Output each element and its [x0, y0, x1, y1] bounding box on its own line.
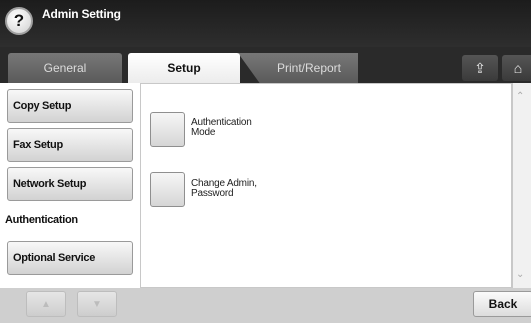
footer-bar: Back [140, 288, 531, 323]
option-label-line: Mode [191, 127, 216, 138]
window-title: Admin Setting [42, 7, 121, 21]
options-panel: Authentication Mode Change Admin, Passwo… [140, 83, 512, 288]
header: ? Admin Setting [0, 0, 531, 47]
tab-print-report[interactable]: Print/Report [238, 53, 358, 83]
change-admin-password-label: Change Admin, Password [191, 179, 257, 199]
tab-general[interactable]: General [8, 53, 122, 83]
authentication-mode-button[interactable] [150, 112, 185, 147]
authentication-mode-label: Authentication Mode [191, 118, 252, 138]
sidebar-item-copy-setup[interactable]: Copy Setup [7, 89, 133, 123]
tab-bar: General Print/Report Setup ⇪ ⌂ [0, 47, 531, 83]
tab-setup[interactable]: Setup [128, 53, 240, 83]
help-icon[interactable]: ? [5, 7, 33, 35]
back-button[interactable]: Back [473, 291, 531, 317]
sidebar-item-fax-setup[interactable]: Fax Setup [7, 128, 133, 162]
export-icon[interactable]: ⇪ [462, 55, 498, 81]
scroll-down-arrow-icon[interactable]: ⌄ [516, 269, 524, 280]
scroll-up-arrow-icon[interactable]: ⌃ [516, 91, 524, 102]
change-admin-password-button[interactable] [150, 172, 185, 207]
scroll-up-button[interactable]: ▲ [26, 291, 66, 317]
scroll-down-button[interactable]: ▼ [77, 291, 117, 317]
sidebar: Copy Setup Fax Setup Network Setup Authe… [0, 83, 140, 323]
sidebar-item-authentication[interactable]: Authentication [0, 203, 140, 237]
sidebar-scroll-controls: ▲ ▼ [0, 288, 140, 323]
home-icon[interactable]: ⌂ [502, 55, 531, 81]
sidebar-item-network-setup[interactable]: Network Setup [7, 167, 133, 201]
sidebar-item-optional-service[interactable]: Optional Service [7, 241, 133, 275]
content-scrollbar[interactable]: ⌃ ⌄ [512, 83, 531, 288]
option-label-line: Password [191, 188, 234, 199]
admin-setting-screen: ? Admin Setting General Print/Report Set… [0, 0, 531, 323]
